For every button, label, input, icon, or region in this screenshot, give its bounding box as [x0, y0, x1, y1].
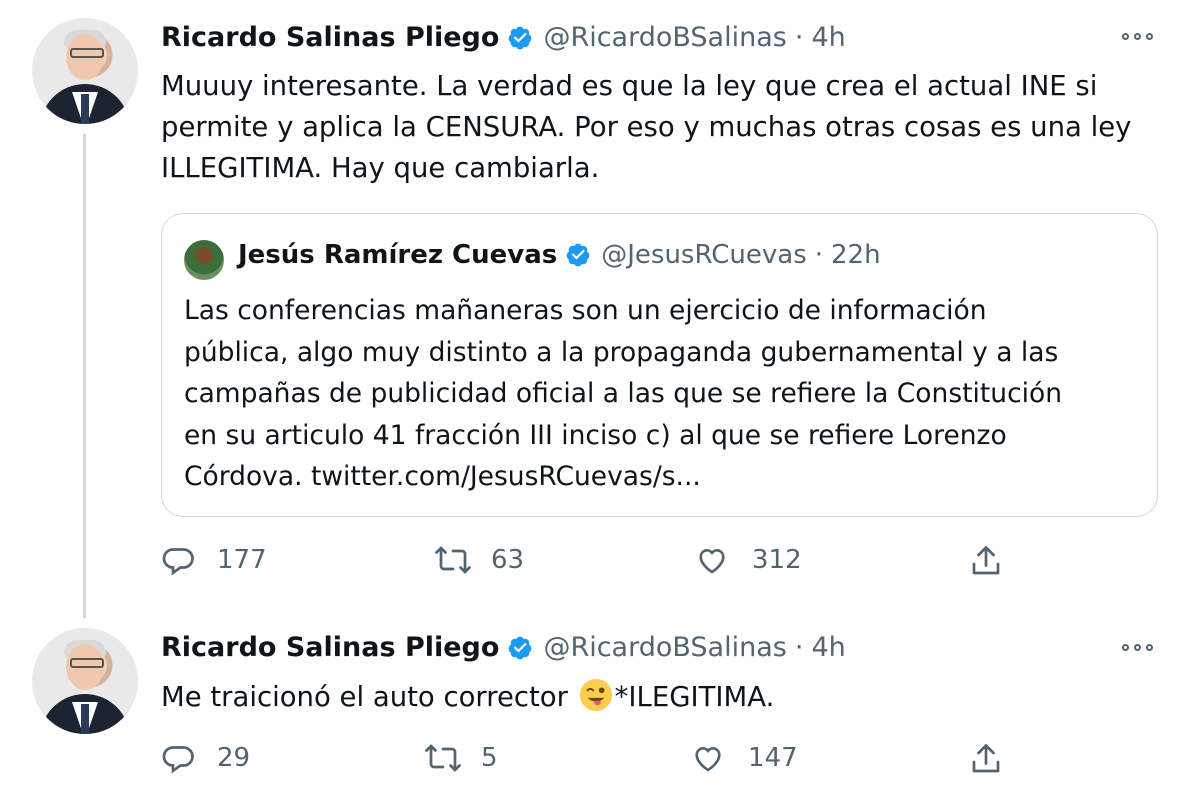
tweet-header: Ricardo Salinas Pliego @RicardoBSalinas …	[161, 22, 846, 53]
tweet-text: Me traicionó el auto corrector *ILEGITIM…	[161, 677, 1151, 724]
author-avatar[interactable]	[32, 18, 138, 124]
reply-button[interactable]: 177	[161, 542, 267, 578]
reply-count: 29	[217, 743, 251, 773]
share-icon	[972, 744, 1000, 773]
quoted-tweet-card[interactable]: Jesús Ramírez Cuevas @JesusRCuevas · 22h…	[161, 213, 1158, 517]
author-name[interactable]: Ricardo Salinas Pliego	[161, 22, 499, 53]
verified-badge-icon	[565, 242, 591, 268]
retweet-count: 5	[481, 743, 498, 773]
author-avatar[interactable]	[32, 628, 138, 734]
tweet-text: Muuuy interesante. La verdad es que la l…	[161, 70, 1132, 184]
share-button[interactable]	[968, 740, 1004, 778]
tweet-timestamp[interactable]: 4h	[811, 632, 845, 663]
reply-count: 177	[217, 545, 267, 575]
tweet-header: Ricardo Salinas Pliego @RicardoBSalinas …	[161, 632, 846, 663]
retweet-icon	[425, 744, 461, 772]
quoted-author-handle: @JesusRCuevas	[601, 240, 807, 270]
more-options-icon[interactable]	[1122, 33, 1153, 40]
verified-badge-icon	[507, 25, 533, 51]
share-icon	[972, 546, 1000, 575]
separator-dot: ·	[794, 22, 804, 53]
quoted-tweet-header: Jesús Ramírez Cuevas @JesusRCuevas · 22h	[238, 240, 881, 270]
tweet-actions: 29 5 147	[0, 740, 1200, 784]
author-handle[interactable]: @RicardoBSalinas	[543, 22, 786, 53]
heart-icon	[695, 747, 721, 772]
retweet-button[interactable]: 63	[433, 542, 524, 578]
share-button[interactable]	[968, 542, 1004, 580]
reply-icon	[162, 548, 194, 576]
like-count: 147	[748, 743, 798, 773]
tweet-text-part: *ILEGITIMA.	[614, 681, 775, 713]
author-handle[interactable]: @RicardoBSalinas	[543, 632, 786, 663]
verified-badge-icon	[507, 635, 533, 661]
tweet-actions: 177 63 312	[0, 542, 1200, 586]
quoted-author-avatar	[184, 240, 224, 280]
retweet-icon	[435, 546, 471, 574]
like-button[interactable]: 147	[690, 740, 798, 776]
retweet-count: 63	[491, 545, 525, 575]
separator-dot: ·	[794, 632, 804, 663]
quoted-tweet-timestamp: 22h	[831, 240, 881, 270]
retweet-button[interactable]: 5	[423, 740, 498, 776]
quoted-author-name: Jesús Ramírez Cuevas	[238, 240, 558, 270]
tweet-timestamp[interactable]: 4h	[811, 22, 845, 53]
winking-face-with-tongue-emoji-icon	[579, 678, 613, 724]
tweet-text-part: Me traicionó el auto corrector	[161, 681, 577, 713]
more-options-icon[interactable]	[1122, 644, 1153, 651]
like-button[interactable]: 312	[694, 542, 802, 578]
reply-button[interactable]: 29	[161, 740, 250, 776]
quoted-tweet-text: Las conferencias mañaneras son un ejerci…	[184, 295, 1063, 492]
heart-icon	[699, 549, 725, 574]
author-name[interactable]: Ricardo Salinas Pliego	[161, 632, 499, 663]
separator-dot: ·	[814, 240, 823, 270]
reply-icon	[162, 746, 194, 774]
like-count: 312	[752, 545, 802, 575]
